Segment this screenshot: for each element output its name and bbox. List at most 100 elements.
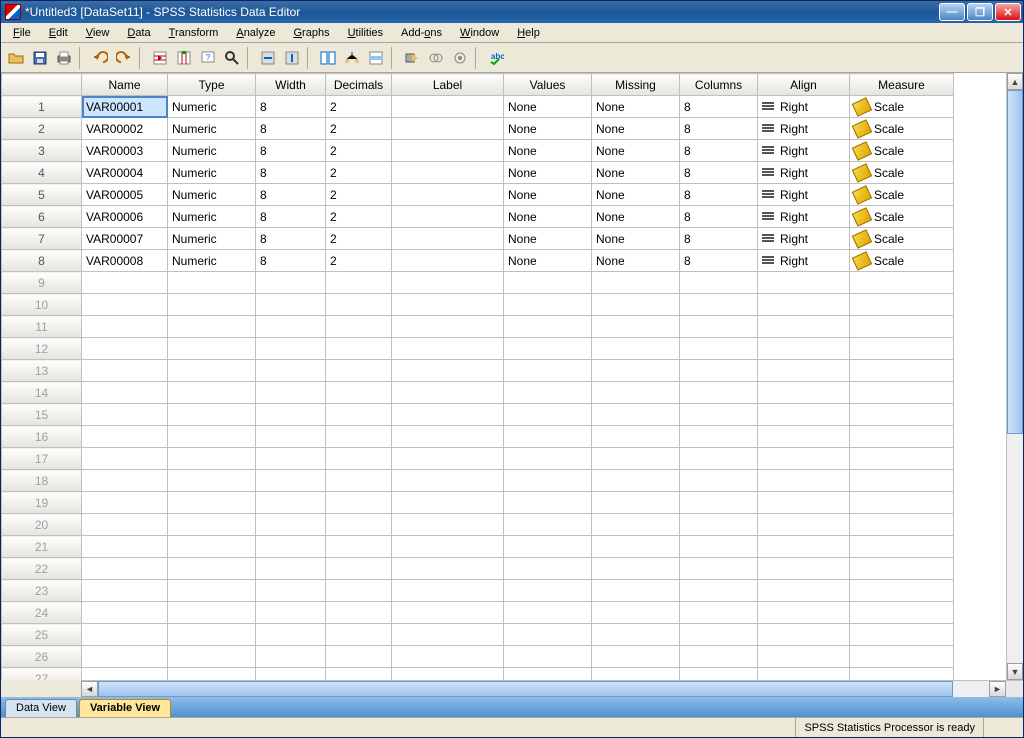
cell-columns[interactable]: 8 [680, 250, 758, 272]
cell-measure[interactable]: Scale [850, 250, 954, 272]
empty-cell[interactable] [850, 536, 954, 558]
cell-measure[interactable]: Scale [850, 206, 954, 228]
cell-values[interactable]: None [504, 140, 592, 162]
empty-cell[interactable] [168, 448, 256, 470]
value-labels-icon[interactable] [401, 47, 423, 69]
empty-cell[interactable] [850, 316, 954, 338]
cell-decimals[interactable]: 2 [326, 228, 392, 250]
cell-align[interactable]: Right [758, 206, 850, 228]
empty-cell[interactable] [758, 580, 850, 602]
cell-name[interactable]: VAR00002 [82, 118, 168, 140]
empty-cell[interactable] [168, 668, 256, 681]
hscroll-thumb[interactable] [98, 681, 953, 697]
cell-measure[interactable]: Scale [850, 162, 954, 184]
empty-cell[interactable] [592, 360, 680, 382]
empty-cell[interactable] [680, 470, 758, 492]
empty-cell[interactable] [168, 272, 256, 294]
empty-cell[interactable] [850, 646, 954, 668]
row-header[interactable]: 14 [2, 382, 82, 404]
cell-align[interactable]: Right [758, 96, 850, 118]
empty-cell[interactable] [82, 536, 168, 558]
empty-cell[interactable] [680, 624, 758, 646]
empty-cell[interactable] [680, 272, 758, 294]
row-header[interactable]: 27 [2, 668, 82, 681]
empty-cell[interactable] [680, 514, 758, 536]
empty-cell[interactable] [592, 470, 680, 492]
row-header[interactable]: 23 [2, 580, 82, 602]
empty-cell[interactable] [326, 536, 392, 558]
empty-cell[interactable] [850, 294, 954, 316]
empty-cell[interactable] [758, 646, 850, 668]
empty-cell[interactable] [680, 338, 758, 360]
goto-variable-icon[interactable] [173, 47, 195, 69]
empty-cell[interactable] [82, 514, 168, 536]
empty-cell[interactable] [592, 602, 680, 624]
empty-cell[interactable] [82, 426, 168, 448]
col-values[interactable]: Values [504, 74, 592, 96]
empty-cell[interactable] [504, 272, 592, 294]
row-header[interactable]: 12 [2, 338, 82, 360]
empty-cell[interactable] [758, 492, 850, 514]
cell-type[interactable]: Numeric [168, 118, 256, 140]
row-header[interactable]: 26 [2, 646, 82, 668]
empty-cell[interactable] [758, 558, 850, 580]
cell-type[interactable]: Numeric [168, 162, 256, 184]
cell-align[interactable]: Right [758, 140, 850, 162]
row-header[interactable]: 7 [2, 228, 82, 250]
table-row[interactable]: 15 [2, 404, 954, 426]
empty-cell[interactable] [504, 536, 592, 558]
empty-cell[interactable] [392, 470, 504, 492]
row-header[interactable]: 24 [2, 602, 82, 624]
empty-cell[interactable] [758, 316, 850, 338]
cell-missing[interactable]: None [592, 250, 680, 272]
cell-width[interactable]: 8 [256, 140, 326, 162]
empty-cell[interactable] [680, 668, 758, 681]
row-header[interactable]: 4 [2, 162, 82, 184]
empty-cell[interactable] [504, 646, 592, 668]
cell-measure[interactable]: Scale [850, 118, 954, 140]
empty-cell[interactable] [256, 338, 326, 360]
table-row[interactable]: 14 [2, 382, 954, 404]
maximize-button[interactable]: ❐ [967, 3, 993, 21]
empty-cell[interactable] [326, 514, 392, 536]
empty-cell[interactable] [680, 426, 758, 448]
table-row[interactable]: 2VAR00002Numeric82NoneNone8RightScale [2, 118, 954, 140]
empty-cell[interactable] [592, 294, 680, 316]
empty-cell[interactable] [392, 492, 504, 514]
cell-columns[interactable]: 8 [680, 206, 758, 228]
cell-label[interactable] [392, 184, 504, 206]
cell-decimals[interactable]: 2 [326, 184, 392, 206]
empty-cell[interactable] [168, 514, 256, 536]
scroll-down-icon[interactable]: ▼ [1007, 663, 1023, 680]
empty-cell[interactable] [168, 382, 256, 404]
table-row[interactable]: 21 [2, 536, 954, 558]
row-header[interactable]: 8 [2, 250, 82, 272]
cell-label[interactable] [392, 228, 504, 250]
empty-cell[interactable] [392, 360, 504, 382]
tab-data-view[interactable]: Data View [5, 699, 77, 717]
empty-cell[interactable] [256, 470, 326, 492]
select-cases-icon[interactable] [365, 47, 387, 69]
empty-cell[interactable] [256, 668, 326, 681]
scroll-right-icon[interactable]: ► [989, 681, 1006, 697]
empty-cell[interactable] [326, 404, 392, 426]
cell-align[interactable]: Right [758, 250, 850, 272]
empty-cell[interactable] [504, 404, 592, 426]
cell-columns[interactable]: 8 [680, 140, 758, 162]
empty-cell[interactable] [392, 294, 504, 316]
table-row[interactable]: 23 [2, 580, 954, 602]
cell-values[interactable]: None [504, 184, 592, 206]
empty-cell[interactable] [680, 580, 758, 602]
empty-cell[interactable] [168, 316, 256, 338]
empty-cell[interactable] [850, 558, 954, 580]
table-row[interactable]: 19 [2, 492, 954, 514]
empty-cell[interactable] [168, 404, 256, 426]
empty-cell[interactable] [392, 382, 504, 404]
save-icon[interactable] [29, 47, 51, 69]
empty-cell[interactable] [82, 668, 168, 681]
menu-analyze[interactable]: Analyze [228, 25, 283, 41]
empty-cell[interactable] [758, 514, 850, 536]
open-icon[interactable] [5, 47, 27, 69]
empty-cell[interactable] [592, 404, 680, 426]
scroll-left-icon[interactable]: ◄ [81, 681, 98, 697]
